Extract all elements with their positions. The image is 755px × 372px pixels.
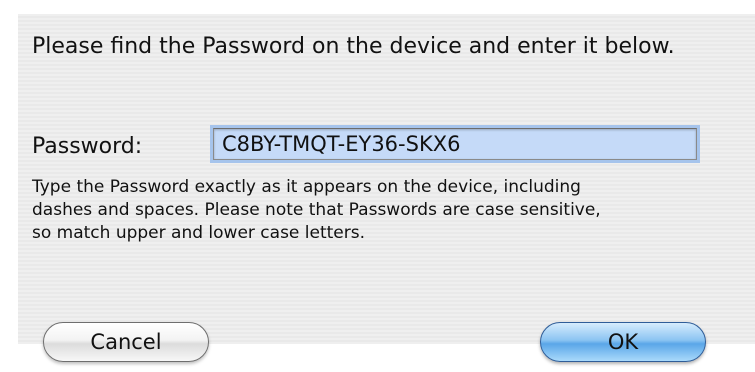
help-line: so match upper and lower case letters. <box>32 223 366 243</box>
help-text: Type the Password exactly as it appears … <box>32 176 754 245</box>
password-dialog: Please find the Password on the device a… <box>18 14 755 362</box>
dialog-prompt: Please find the Password on the device a… <box>32 34 675 59</box>
password-field[interactable] <box>213 128 697 160</box>
cancel-button[interactable]: Cancel <box>43 322 209 362</box>
password-label: Password: <box>32 134 143 159</box>
help-line: dashes and spaces. Please note that Pass… <box>32 200 601 220</box>
ok-button[interactable]: OK <box>540 322 706 362</box>
help-line: Type the Password exactly as it appears … <box>32 177 581 197</box>
